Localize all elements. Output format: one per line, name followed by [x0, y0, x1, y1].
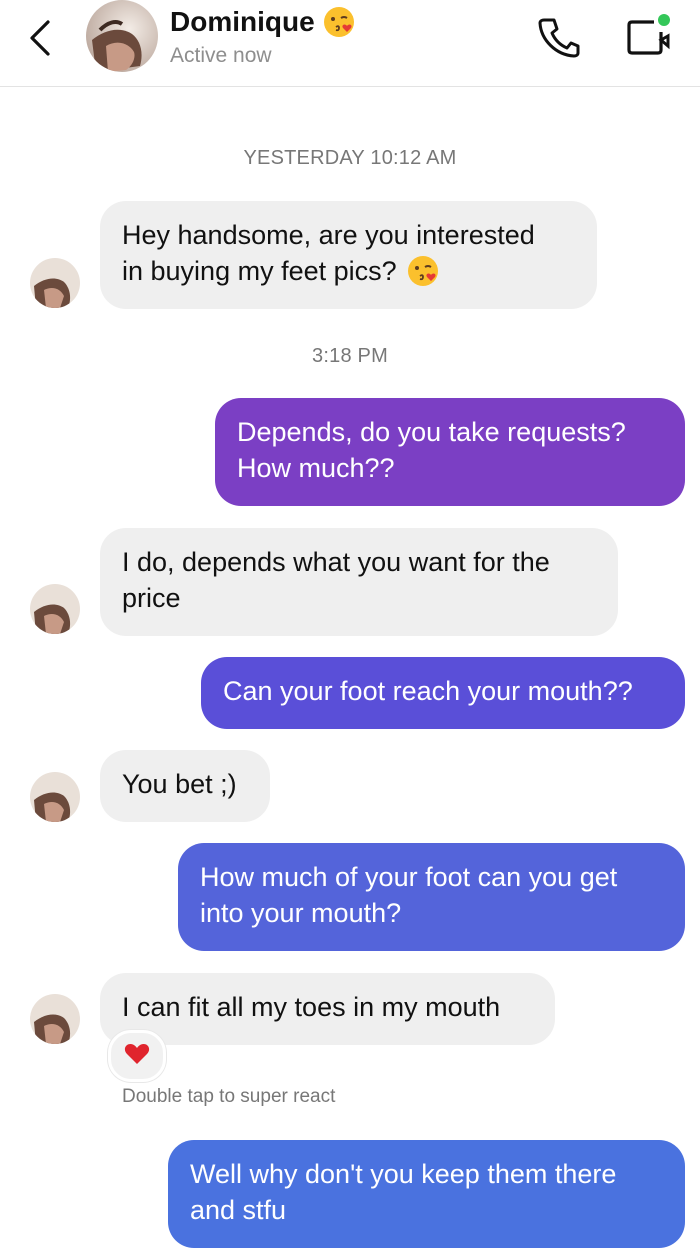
back-arrow-icon[interactable] — [22, 16, 62, 60]
message-text-line-2: price — [122, 583, 181, 613]
sender-avatar[interactable] — [30, 772, 80, 822]
super-react-hint: Double tap to super react — [122, 1086, 336, 1107]
message-text-line: Depends, do you take requests? — [237, 417, 626, 447]
message-reaction[interactable] — [108, 1030, 166, 1082]
sender-avatar[interactable] — [30, 584, 80, 634]
outgoing-message-bubble[interactable]: Well why don't you keep them there and s… — [168, 1140, 685, 1248]
message-text-line: I can fit all my toes in my mouth — [122, 992, 501, 1022]
phone-call-icon[interactable] — [536, 14, 580, 58]
message-text-line: How much of your foot can you get — [200, 862, 618, 892]
contact-name-row[interactable]: Dominique — [170, 6, 355, 38]
message-text-line: You bet ;) — [122, 769, 237, 799]
message-text-line: Hey handsome, are you interested — [122, 220, 535, 250]
heart-icon — [124, 1042, 150, 1071]
sender-avatar[interactable] — [30, 258, 80, 308]
video-call-icon[interactable] — [624, 12, 672, 58]
incoming-message-bubble[interactable]: Hey handsome, are you interested in buyi… — [100, 201, 597, 309]
timestamp: 3:18 PM — [312, 345, 388, 367]
outgoing-message-bubble[interactable]: Can your foot reach your mouth?? — [201, 657, 685, 729]
message-text-line-2: into your mouth? — [200, 898, 402, 928]
message-text-line: I do, depends what you want for the — [122, 547, 550, 577]
face-blowing-kiss-icon — [407, 255, 439, 287]
message-text-line: Can your foot reach your mouth?? — [223, 676, 633, 706]
message-text: in buying my feet pics? — [122, 256, 397, 286]
presence-status: Active now — [170, 44, 272, 67]
outgoing-message-bubble[interactable]: Depends, do you take requests? How much?… — [215, 398, 685, 506]
incoming-message-bubble[interactable]: You bet ;) — [100, 750, 270, 822]
message-text-line-2: and stfu — [190, 1195, 287, 1225]
contact-name: Dominique — [170, 6, 315, 37]
incoming-message-bubble[interactable]: I can fit all my toes in my mouth — [100, 973, 555, 1045]
face-blowing-kiss-icon — [323, 6, 355, 38]
message-text-line-2: in buying my feet pics? — [122, 253, 575, 289]
message-text-line: Well why don't you keep them there — [190, 1159, 617, 1189]
sender-avatar[interactable] — [30, 994, 80, 1044]
outgoing-message-bubble[interactable]: How much of your foot can you get into y… — [178, 843, 685, 951]
message-text-line-2: How much?? — [237, 453, 395, 483]
timestamp: YESTERDAY 10:12 AM — [243, 147, 457, 169]
contact-avatar[interactable] — [86, 0, 158, 72]
incoming-message-bubble[interactable]: I do, depends what you want for the pric… — [100, 528, 618, 636]
